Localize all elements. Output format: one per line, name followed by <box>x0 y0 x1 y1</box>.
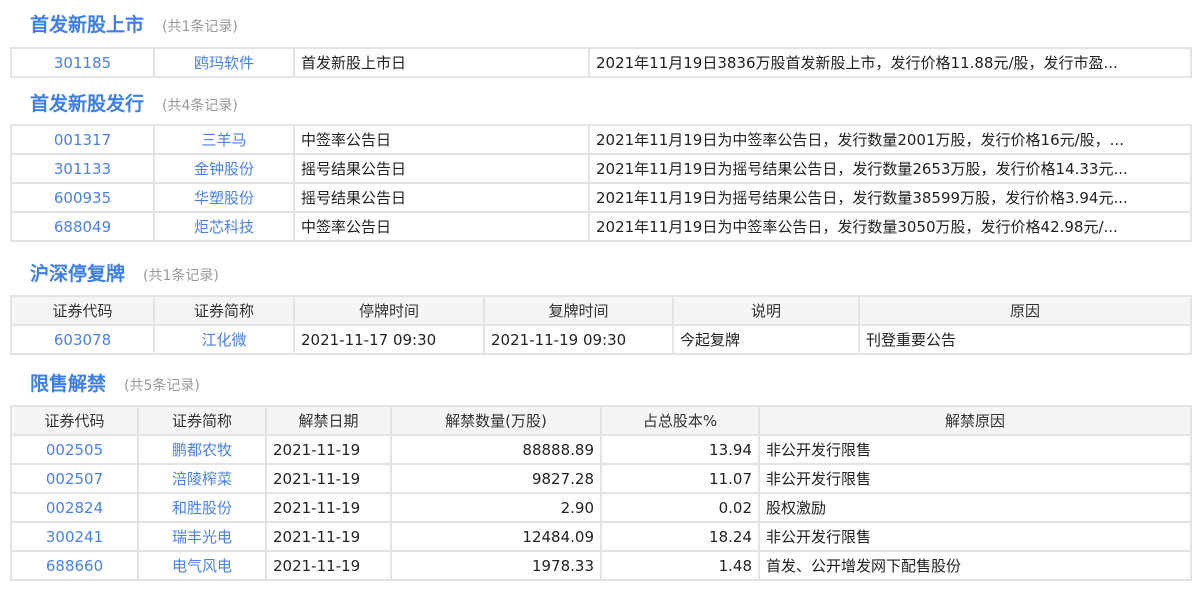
table-cell: 2021年11月19日3836万股首发新股上市，发行价格11.88元/股，发行市… <box>588 47 1192 78</box>
table-cell: 1.48 <box>600 550 760 581</box>
stock-code-link[interactable]: 301133 <box>10 153 155 184</box>
table-row: 002507 涪陵榨菜 2021-11-19 9827.28 11.07 非公开发行限售 <box>10 463 1192 494</box>
table-cell: 12484.09 <box>390 521 602 552</box>
table-row: 688049 炬芯科技 中签率公告日 2021年11月19日为中签率公告日，发行数量3… <box>10 211 1192 242</box>
stock-name-link[interactable]: 鸥玛软件 <box>153 47 295 78</box>
header-row: 证券代码 证券简称 解禁日期 解禁数量(万股) 占总股本% 解禁原因 <box>10 405 1192 436</box>
table-cell: 2021年11月19日为摇号结果公告日，发行数量2653万股，发行价格14.33… <box>588 153 1192 184</box>
stock-name-link[interactable]: 华塑股份 <box>153 182 295 213</box>
table-cell: 2021-11-19 <box>265 550 392 581</box>
table-cell: 非公开发行限售 <box>758 463 1192 494</box>
column-header: 停牌时间 <box>293 295 485 326</box>
column-header: 证券简称 <box>153 295 295 326</box>
table-row: 301133 金钟股份 摇号结果公告日 2021年11月19日为摇号结果公告日，发行数… <box>10 153 1192 184</box>
column-header: 原因 <box>858 295 1192 326</box>
section-title: 首发新股发行 <box>30 93 145 115</box>
header-row: 证券代码 证券简称 停牌时间 复牌时间 说明 原因 <box>10 295 1192 326</box>
lockup-expiry-table: 证券代码 证券简称 解禁日期 解禁数量(万股) 占总股本% 解禁原因 002505 鹏都农牧 2… <box>10 405 1192 581</box>
table-cell: 2021-11-19 <box>265 434 392 465</box>
table-cell: 摇号结果公告日 <box>293 153 590 184</box>
stock-name-link[interactable]: 瑞丰光电 <box>137 521 267 552</box>
table-cell: 2021年11月19日为摇号结果公告日，发行数量38599万股，发行价格3.94… <box>588 182 1192 213</box>
stock-name-link[interactable]: 金钟股份 <box>153 153 295 184</box>
ipo-issue-header: 首发新股发行 (共4条记录) <box>30 89 238 116</box>
column-header: 说明 <box>672 295 860 326</box>
table-cell: 0.02 <box>600 492 760 523</box>
stock-code-link[interactable]: 002507 <box>10 463 139 494</box>
stock-name-link[interactable]: 涪陵榨菜 <box>137 463 267 494</box>
table-cell: 13.94 <box>600 434 760 465</box>
table-cell: 2.90 <box>390 492 602 523</box>
table-cell: 2021-11-19 <box>265 492 392 523</box>
stock-name-link[interactable]: 炬芯科技 <box>153 211 295 242</box>
column-header: 解禁数量(万股) <box>390 405 602 436</box>
table-row: 300241 瑞丰光电 2021-11-19 12484.09 18.24 非公开发行限售 <box>10 521 1192 552</box>
table-row: 002505 鹏都农牧 2021-11-19 88888.89 13.94 非公开发行限售 <box>10 434 1192 465</box>
stock-code-link[interactable]: 688049 <box>10 211 155 242</box>
table-cell: 非公开发行限售 <box>758 434 1192 465</box>
stock-code-link[interactable]: 688660 <box>10 550 139 581</box>
table-cell: 中签率公告日 <box>293 211 590 242</box>
ipo-listing-header: 首发新股上市 (共1条记录) <box>30 10 238 37</box>
table-cell: 今起复牌 <box>672 324 860 355</box>
suspension-resumption-header: 沪深停复牌 (共1条记录) <box>30 259 219 286</box>
column-header: 证券代码 <box>10 295 155 326</box>
table-cell: 18.24 <box>600 521 760 552</box>
table-row: 001317 三羊马 中签率公告日 2021年11月19日为中签率公告日，发行数量20… <box>10 124 1192 155</box>
table-cell: 2021年11月19日为中签率公告日，发行数量3050万股，发行价格42.98元… <box>588 211 1192 242</box>
table-cell: 摇号结果公告日 <box>293 182 590 213</box>
table-row: 002824 和胜股份 2021-11-19 2.90 0.02 股权激励 <box>10 492 1192 523</box>
table-cell: 首发新股上市日 <box>293 47 590 78</box>
stock-code-link[interactable]: 002824 <box>10 492 139 523</box>
table-cell: 2021-11-19 09:30 <box>483 324 674 355</box>
table-cell: 非公开发行限售 <box>758 521 1192 552</box>
table-cell: 88888.89 <box>390 434 602 465</box>
table-cell: 刊登重要公告 <box>858 324 1192 355</box>
stock-code-link[interactable]: 600935 <box>10 182 155 213</box>
table-cell: 中签率公告日 <box>293 124 590 155</box>
table-cell: 首发、公开增发网下配售股份 <box>758 550 1192 581</box>
table-row: 688660 电气风电 2021-11-19 1978.33 1.48 首发、公开增发网下… <box>10 550 1192 581</box>
table-cell: 2021-11-17 09:30 <box>293 324 485 355</box>
stock-code-link[interactable]: 301185 <box>10 47 155 78</box>
section-title: 限售解禁 <box>30 373 107 395</box>
table-cell: 11.07 <box>600 463 760 494</box>
record-count: (共5条记录) <box>124 378 200 394</box>
table-row: 301185 鸥玛软件 首发新股上市日 2021年11月19日3836万股首发新股上市… <box>10 47 1192 78</box>
table-cell: 9827.28 <box>390 463 602 494</box>
stock-code-link[interactable]: 300241 <box>10 521 139 552</box>
stock-name-link[interactable]: 三羊马 <box>153 124 295 155</box>
record-count: (共4条记录) <box>162 98 238 114</box>
column-header: 占总股本% <box>600 405 760 436</box>
section-title: 首发新股上市 <box>30 14 145 36</box>
column-header: 复牌时间 <box>483 295 674 326</box>
stock-name-link[interactable]: 和胜股份 <box>137 492 267 523</box>
table-row: 600935 华塑股份 摇号结果公告日 2021年11月19日为摇号结果公告日，发行数… <box>10 182 1192 213</box>
column-header: 证券简称 <box>137 405 267 436</box>
stock-code-link[interactable]: 603078 <box>10 324 155 355</box>
table-cell: 股权激励 <box>758 492 1192 523</box>
column-header: 解禁原因 <box>758 405 1192 436</box>
section-title: 沪深停复牌 <box>30 263 126 285</box>
record-count: (共1条记录) <box>143 268 219 284</box>
lockup-expiry-header: 限售解禁 (共5条记录) <box>30 369 200 396</box>
ipo-listing-table: 301185 鸥玛软件 首发新股上市日 2021年11月19日3836万股首发新股上市… <box>10 47 1192 78</box>
suspension-resumption-table: 证券代码 证券简称 停牌时间 复牌时间 说明 原因 603078 江化微 2021-11-17 … <box>10 295 1192 355</box>
table-row: 603078 江化微 2021-11-17 09:30 2021-11-19 09:3… <box>10 324 1192 355</box>
table-cell: 2021-11-19 <box>265 521 392 552</box>
stock-code-link[interactable]: 002505 <box>10 434 139 465</box>
stock-name-link[interactable]: 鹏都农牧 <box>137 434 267 465</box>
table-cell: 2021-11-19 <box>265 463 392 494</box>
table-cell: 2021年11月19日为中签率公告日，发行数量2001万股，发行价格16元/股，… <box>588 124 1192 155</box>
stock-name-link[interactable]: 江化微 <box>153 324 295 355</box>
ipo-issue-table: 001317 三羊马 中签率公告日 2021年11月19日为中签率公告日，发行数量20… <box>10 124 1192 242</box>
stock-name-link[interactable]: 电气风电 <box>137 550 267 581</box>
column-header: 证券代码 <box>10 405 139 436</box>
table-cell: 1978.33 <box>390 550 602 581</box>
record-count: (共1条记录) <box>162 19 238 35</box>
stock-code-link[interactable]: 001317 <box>10 124 155 155</box>
column-header: 解禁日期 <box>265 405 392 436</box>
